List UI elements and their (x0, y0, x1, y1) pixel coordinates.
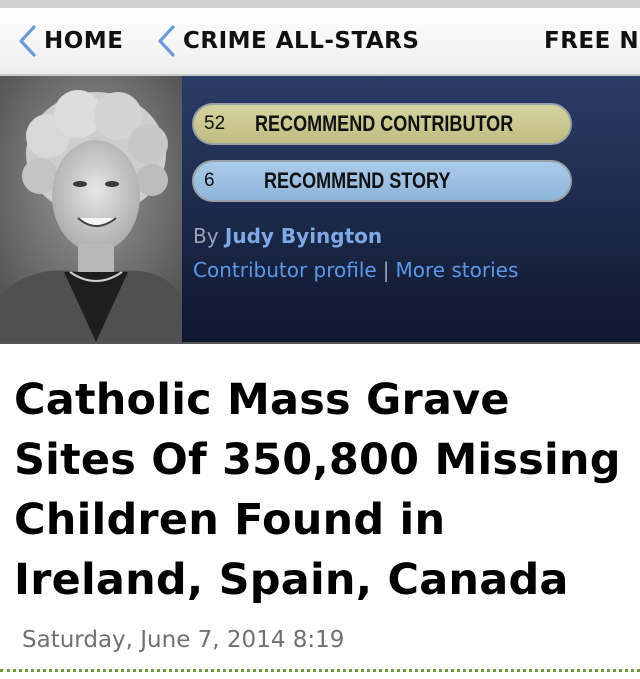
top-nav: HOME CRIME ALL-STARS FREE NE (0, 8, 640, 76)
nav-crime-all-stars-label: CRIME ALL-STARS (183, 28, 420, 54)
nav-crime-all-stars[interactable]: CRIME ALL-STARS (157, 8, 419, 74)
nav-home[interactable]: HOME (18, 8, 123, 74)
author-photo (0, 76, 182, 342)
nav-free-news-label: FREE NE (544, 28, 640, 54)
chevron-left-icon (158, 25, 175, 57)
article-headline: Catholic Mass Grave Sites Of 350,800 Mis… (14, 375, 621, 605)
recommend-contributor-label: RECOMMEND CONTRIBUTOR (255, 111, 514, 136)
recommend-story-button[interactable]: 6 RECOMMEND STORY (192, 160, 572, 202)
byline: By Judy Byington (193, 224, 382, 248)
section-divider (0, 669, 640, 672)
link-separator: | (382, 258, 390, 282)
recommend-story-label: RECOMMEND STORY (264, 168, 451, 193)
article-date: Saturday, June 7, 2014 8:19 (22, 627, 345, 653)
more-stories-link[interactable]: More stories (395, 258, 518, 282)
contributor-links: Contributor profile | More stories (193, 258, 518, 282)
author-name-link[interactable]: Judy Byington (225, 224, 382, 248)
recommend-story-count: 6 (204, 170, 215, 191)
nav-home-label: HOME (44, 28, 124, 54)
chevron-left-icon (19, 25, 36, 57)
recommend-contributor-button[interactable]: 52 RECOMMEND CONTRIBUTOR (192, 103, 572, 145)
contributor-profile-link[interactable]: Contributor profile (193, 258, 377, 282)
nav-free-news[interactable]: FREE NE (544, 8, 640, 74)
recommend-contributor-count: 52 (204, 113, 226, 134)
byline-prefix: By (193, 224, 219, 248)
contributor-panel: 52 RECOMMEND CONTRIBUTOR 6 RECOMMEND STO… (0, 76, 640, 344)
status-strip (0, 0, 640, 8)
